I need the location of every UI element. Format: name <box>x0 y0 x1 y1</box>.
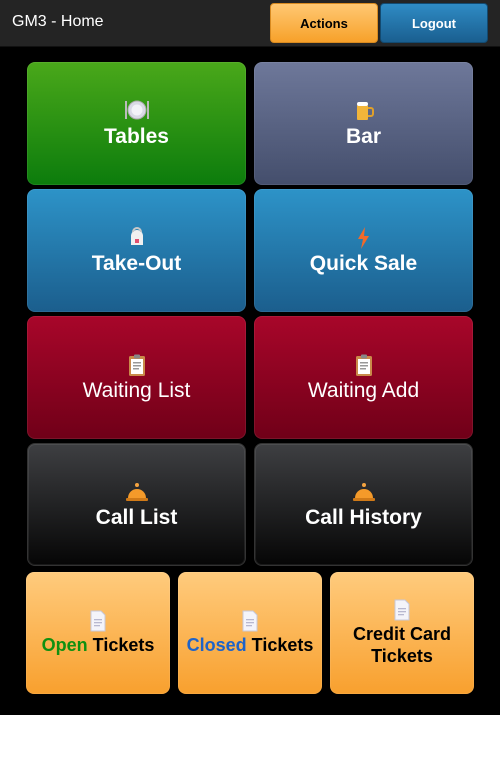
closed-tickets-label: Closed Tickets <box>187 634 314 656</box>
actions-button[interactable]: Actions <box>270 3 378 43</box>
takeout-label: Take-Out <box>91 251 182 275</box>
beer-mug-icon <box>352 99 376 123</box>
credit-card-tickets-line2: Tickets <box>371 646 433 666</box>
closed-tickets-tile[interactable]: Closed Tickets <box>178 572 322 694</box>
open-tickets-tile[interactable]: Open Tickets <box>26 572 170 694</box>
calllist-label: Call List <box>95 505 178 529</box>
open-tickets-suffix: Tickets <box>92 635 155 655</box>
waitingadd-tile[interactable]: Waiting Add <box>254 316 473 439</box>
bell-icon <box>351 480 377 504</box>
document-icon <box>240 610 260 632</box>
page-title: GM3 - Home <box>12 13 104 30</box>
takeout-tile[interactable]: Take-Out <box>27 189 246 312</box>
waitingadd-label: Waiting Add <box>307 378 420 402</box>
credit-card-tickets-line1: Credit Card <box>352 624 451 644</box>
callhistory-tile[interactable]: Call History <box>254 443 473 566</box>
document-icon <box>88 610 108 632</box>
bar-tile[interactable]: Bar <box>254 62 473 185</box>
lightning-icon <box>352 226 376 250</box>
credit-card-tickets-tile[interactable]: Credit Card Tickets <box>330 572 474 694</box>
plate-icon <box>124 99 150 123</box>
waitinglist-label: Waiting List <box>82 378 191 402</box>
quicksale-label: Quick Sale <box>309 251 418 275</box>
closed-tickets-suffix: Tickets <box>251 635 314 655</box>
bar-label: Bar <box>345 124 382 148</box>
open-word: Open <box>41 635 88 655</box>
logout-button[interactable]: Logout <box>380 3 488 43</box>
top-bar: GM3 - Home Actions Logout <box>0 0 500 47</box>
clipboard-icon <box>352 353 376 377</box>
quicksale-tile[interactable]: Quick Sale <box>254 189 473 312</box>
closed-word: Closed <box>186 635 247 655</box>
tables-tile[interactable]: Tables <box>27 62 246 185</box>
takeout-icon <box>125 226 149 250</box>
tables-label: Tables <box>104 124 169 148</box>
bell-icon <box>124 480 150 504</box>
app-screen: GM3 - Home Actions Logout Tables Bar Tak… <box>0 0 500 715</box>
open-tickets-label: Open Tickets <box>42 634 155 656</box>
callhistory-label: Call History <box>305 505 422 529</box>
clipboard-icon <box>125 353 149 377</box>
waitinglist-tile[interactable]: Waiting List <box>27 316 246 439</box>
document-icon <box>392 599 412 621</box>
calllist-tile[interactable]: Call List <box>27 443 246 566</box>
